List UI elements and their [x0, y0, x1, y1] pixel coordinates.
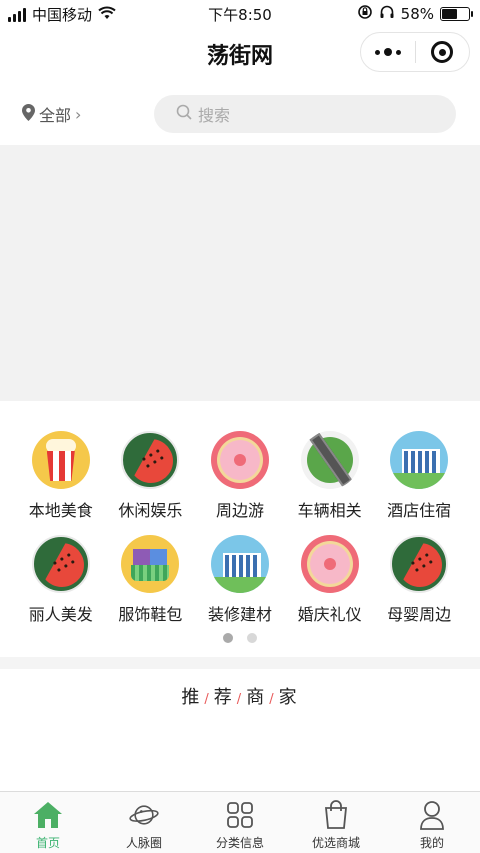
- pager-dot[interactable]: [223, 633, 233, 643]
- tab-home[interactable]: 首页: [0, 792, 96, 853]
- watermelon-icon: [121, 431, 180, 489]
- tab-network[interactable]: 人脉圈: [96, 792, 192, 853]
- location-selector[interactable]: 全部 ›: [22, 102, 81, 126]
- pager-dot[interactable]: [247, 633, 257, 643]
- category-item-local-food[interactable]: 本地美食: [16, 431, 106, 521]
- shopping-basket-icon: [121, 535, 180, 593]
- search-icon: [176, 104, 192, 124]
- more-button[interactable]: [361, 33, 415, 71]
- category-label: 服饰鞋包: [118, 605, 183, 624]
- mini-program-capsule: [360, 32, 470, 72]
- orientation-lock-icon: [357, 4, 373, 24]
- tab-categories[interactable]: 分类信息: [192, 792, 288, 853]
- category-label: 周边游: [215, 501, 264, 520]
- nav-bar: 荡街网: [0, 28, 480, 80]
- location-pin-icon: [22, 103, 35, 125]
- category-item-beauty[interactable]: 丽人美发: [16, 535, 106, 625]
- planet-icon: [129, 800, 159, 830]
- category-section: 本地美食 休闲娱乐 周边游 车辆相关 酒店住宿 丽人美发 服饰鞋包 装修建材 婚…: [0, 401, 480, 657]
- tab-label: 我的: [419, 836, 444, 850]
- category-label: 本地美食: [28, 501, 93, 520]
- category-item-mother-baby[interactable]: 母婴周边: [374, 535, 464, 625]
- category-label: 装修建材: [207, 605, 272, 624]
- category-label: 婚庆礼仪: [297, 605, 362, 624]
- category-item-hotels[interactable]: 酒店住宿: [374, 431, 464, 521]
- tab-me[interactable]: 我的: [384, 792, 480, 853]
- battery-icon: [440, 7, 473, 21]
- category-item-leisure[interactable]: 休闲娱乐: [106, 431, 196, 521]
- category-label: 车辆相关: [297, 501, 362, 520]
- grid-icon: [225, 800, 255, 830]
- title-char: 推: [181, 687, 202, 708]
- battery-fill: [442, 9, 458, 19]
- category-label: 丽人美发: [28, 605, 93, 624]
- donut-icon: [210, 431, 269, 489]
- title-separator: /: [204, 692, 211, 707]
- status-right: 58%: [357, 4, 473, 24]
- recommend-section: 推 / 荐 / 商 / 家: [0, 669, 480, 791]
- category-pager: [0, 633, 480, 643]
- section-divider: [0, 657, 480, 669]
- category-label: 母婴周边: [387, 605, 452, 624]
- title-separator: /: [269, 692, 276, 707]
- target-icon: [431, 41, 454, 63]
- category-item-apparel[interactable]: 服饰鞋包: [106, 535, 196, 625]
- watermelon-icon: [31, 535, 90, 593]
- category-item-renovation[interactable]: 装修建材: [195, 535, 285, 625]
- category-label: 休闲娱乐: [118, 501, 183, 520]
- status-bar: 中国移动 下午8:50 58%: [0, 0, 480, 28]
- more-dots-icon: [374, 48, 401, 56]
- title-char: 商: [246, 687, 267, 708]
- battery-percent: 58%: [400, 5, 434, 23]
- home-icon: [33, 800, 63, 830]
- tab-label: 分类信息: [215, 836, 264, 850]
- car-road-icon: [300, 431, 359, 489]
- tab-label: 优选商城: [311, 836, 360, 850]
- donut-icon: [300, 535, 359, 593]
- chevron-right-icon: ›: [75, 104, 82, 124]
- hotel-building-icon: [390, 431, 449, 489]
- headphones-icon: [379, 4, 395, 24]
- tab-bar: 首页 人脉圈 分类信息 优选商城 我的: [0, 791, 480, 853]
- tab-label: 首页: [35, 836, 60, 850]
- popcorn-icon: [31, 431, 90, 489]
- category-grid: 本地美食 休闲娱乐 周边游 车辆相关 酒店住宿 丽人美发 服饰鞋包 装修建材 婚…: [16, 431, 464, 625]
- user-icon: [417, 800, 447, 830]
- section-title: 推 / 荐 / 商 / 家: [0, 683, 480, 709]
- category-item-nearby-travel[interactable]: 周边游: [195, 431, 285, 521]
- search-placeholder: 搜索: [198, 106, 231, 125]
- watermelon-icon: [390, 535, 449, 593]
- search-row: 全部 › 搜索: [0, 90, 480, 140]
- title-char: 家: [278, 687, 299, 708]
- tab-label: 人脉圈: [125, 836, 162, 850]
- title-char: 荐: [213, 687, 234, 708]
- search-input[interactable]: 搜索: [154, 95, 456, 133]
- banner-carousel[interactable]: [0, 145, 480, 401]
- location-label: 全部: [39, 106, 72, 125]
- category-label: 酒店住宿: [387, 501, 452, 520]
- category-item-vehicles[interactable]: 车辆相关: [285, 431, 375, 521]
- category-item-wedding[interactable]: 婚庆礼仪: [285, 535, 375, 625]
- close-mini-program-button[interactable]: [416, 33, 470, 71]
- title-separator: /: [236, 692, 244, 707]
- tab-mall[interactable]: 优选商城: [288, 792, 384, 853]
- shopping-bag-icon: [321, 800, 351, 830]
- hotel-building-icon: [210, 535, 269, 593]
